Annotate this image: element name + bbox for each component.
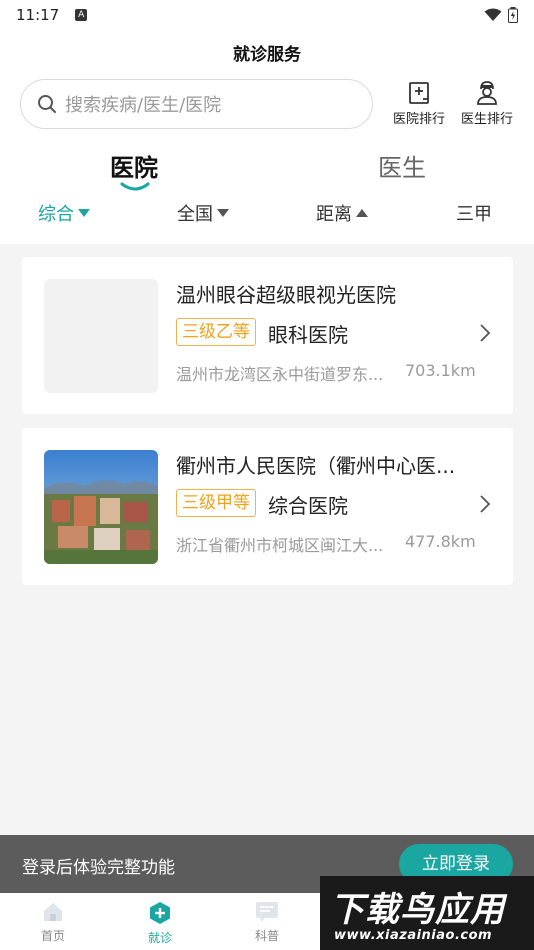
hospital-photo — [44, 450, 158, 564]
tab-bar: 医院 医生 — [0, 148, 534, 191]
nav-label-home: 首页 — [40, 929, 65, 943]
filter-grade-3a-label: 三甲 — [456, 204, 492, 225]
filter-region-label: 全国 — [177, 204, 213, 225]
chevron-right-icon — [480, 324, 491, 342]
nav-item-science[interactable]: 科普 — [237, 901, 297, 944]
search-input[interactable]: 搜索疾病/医生/医院 — [20, 79, 373, 129]
hospital-distance: 703.1km — [405, 361, 476, 380]
hospital-distance: 477.8km — [405, 532, 476, 551]
search-placeholder: 搜索疾病/医生/医院 — [65, 95, 222, 116]
doctor-rank-button[interactable]: 医生排行 — [456, 80, 518, 127]
hospital-name: 衢州市人民医院（衢州中心医... — [176, 454, 456, 478]
watermark-title: 下载鸟应用 — [330, 890, 505, 930]
filter-comprehensive-label: 综合 — [38, 204, 74, 225]
filter-distance-label: 距离 — [316, 204, 352, 225]
hospital-type: 综合医院 — [268, 494, 348, 518]
tab-doctor[interactable]: 医生 — [378, 148, 426, 183]
message-icon — [256, 902, 278, 922]
chevron-right-icon — [480, 495, 491, 513]
hospital-rank-icon — [409, 82, 429, 104]
doctor-rank-icon — [477, 81, 497, 105]
watermark: 下载鸟应用 www.xiazainiao.com — [320, 876, 534, 950]
status-icons — [484, 7, 518, 23]
notification-badge-icon: A — [75, 9, 88, 21]
hospital-level-badge: 三级乙等 — [176, 318, 256, 346]
hospital-rank-button[interactable]: 医院排行 — [388, 80, 450, 127]
hospital-thumbnail-placeholder — [44, 279, 158, 393]
hospital-name: 温州眼谷超级眼视光医院 — [176, 283, 396, 307]
nav-label-visit: 就诊 — [147, 931, 172, 945]
hospital-type: 眼科医院 — [268, 323, 348, 347]
home-icon — [44, 903, 62, 921]
status-bar: 11:17 A — [0, 0, 534, 30]
filter-region[interactable]: 全国 — [177, 200, 229, 226]
hospital-address: 浙江省衢州市柯城区闽江大... — [176, 536, 384, 555]
hospital-card[interactable]: 衢州市人民医院（衢州中心医... 三级甲等 综合医院 浙江省衢州市柯城区闽江大.… — [22, 428, 513, 585]
search-icon — [38, 95, 56, 113]
status-time: 11:17 — [16, 6, 60, 24]
page-title: 就诊服务 — [233, 45, 301, 65]
dropdown-arrow-icon — [217, 209, 229, 217]
nav-item-home[interactable]: 首页 — [23, 901, 83, 944]
hospital-address: 温州市龙湾区永中街道罗东... — [176, 365, 384, 384]
tab-active-indicator — [120, 182, 150, 191]
filter-comprehensive[interactable]: 综合 — [38, 200, 90, 226]
tab-hospital[interactable]: 医院 — [110, 148, 158, 183]
wifi-icon — [484, 8, 502, 21]
filter-distance[interactable]: 距离 — [316, 200, 368, 226]
login-prompt-text: 登录后体验完整功能 — [22, 858, 175, 878]
hospital-level-badge: 三级甲等 — [176, 489, 256, 517]
nav-item-visit[interactable]: 就诊 — [130, 901, 190, 946]
sort-up-arrow-icon — [356, 209, 368, 217]
header: 就诊服务 搜索疾病/医生/医院 医院排行 医生排行 医院 医生 综合 全国 距离… — [0, 30, 534, 244]
filter-grade-3a[interactable]: 三甲 — [456, 200, 492, 226]
dropdown-arrow-icon — [78, 209, 90, 217]
nav-label-science: 科普 — [254, 929, 279, 943]
hospital-rank-label: 医院排行 — [392, 112, 445, 127]
hospital-card[interactable]: 温州眼谷超级眼视光医院 三级乙等 眼科医院 温州市龙湾区永中街道罗东... 70… — [22, 257, 513, 414]
battery-icon — [508, 7, 518, 23]
doctor-rank-label: 医生排行 — [460, 112, 513, 127]
plus-hexagon-icon — [150, 902, 170, 924]
watermark-url: www.xiazainiao.com — [334, 928, 493, 943]
filter-bar: 综合 全国 距离 三甲 — [0, 200, 534, 228]
